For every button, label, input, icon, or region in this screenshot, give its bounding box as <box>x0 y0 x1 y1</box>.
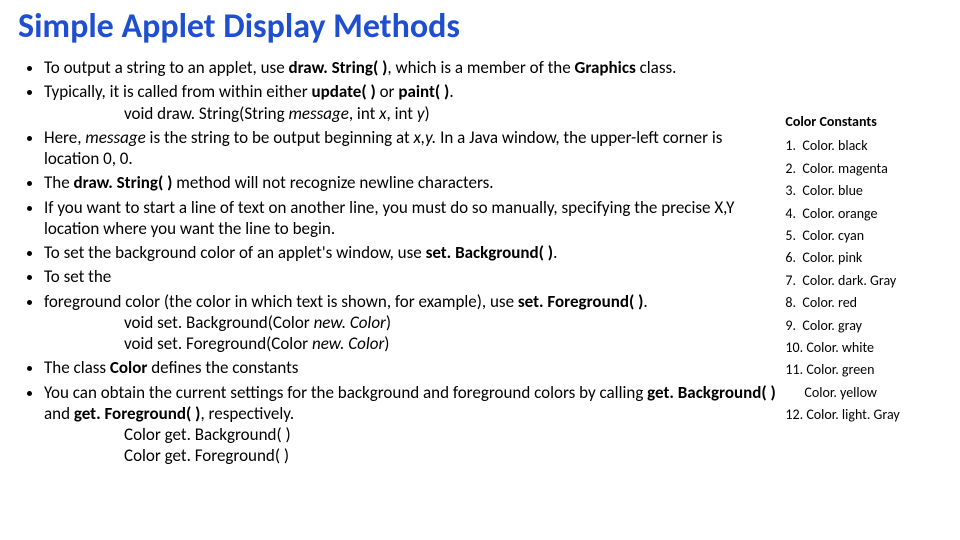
text: , respectively. <box>200 403 294 424</box>
text: , which is a member of the <box>387 57 574 78</box>
bullet-item: The draw. String( ) method will not reco… <box>44 172 781 193</box>
bullet-item: To set the <box>44 266 781 287</box>
text: draw. String( ) <box>74 172 173 193</box>
slide-body: To output a string to an applet, use dra… <box>18 57 942 470</box>
text: Typically, it is called from within eith… <box>44 81 311 102</box>
code-signature: void draw. String(String message, int x,… <box>124 103 781 124</box>
code-signature: void set. Foreground(Color new. Color) <box>124 333 781 354</box>
text: paint( ) <box>398 81 449 102</box>
slide-title: Simple Applet Display Methods <box>18 6 942 47</box>
code-signature: Color get. Foreground( ) <box>124 445 781 466</box>
bullet-item: To set the background color of an applet… <box>44 242 781 263</box>
text: foreground color (the color in which tex… <box>44 291 518 312</box>
list-item: 9. Color. gray <box>785 315 935 337</box>
param: y <box>417 103 425 124</box>
bullet-item: To output a string to an applet, use dra… <box>44 57 781 78</box>
text: get. Background( ) <box>647 382 776 403</box>
list-item: 1. Color. black <box>785 135 935 157</box>
text: x,y. <box>414 127 437 148</box>
text: . <box>553 242 557 263</box>
text: To set the background color of an applet… <box>44 242 426 263</box>
bullet-list: To output a string to an applet, use dra… <box>44 57 781 467</box>
main-content: To output a string to an applet, use dra… <box>18 57 781 470</box>
bullet-item: The class Color defines the constants <box>44 357 781 378</box>
list-item: 4. Color. orange <box>785 203 935 225</box>
text: If you want to start a line of text on a… <box>44 197 734 239</box>
text: or <box>376 81 399 102</box>
text: draw. String( ) <box>289 57 388 78</box>
text: method will not recognize newline charac… <box>172 172 493 193</box>
sidebar-heading: Color Constants <box>785 111 942 133</box>
list-item: 12. Color. light. Gray <box>785 404 935 426</box>
text: . <box>449 81 453 102</box>
bullet-item: Here, message is the string to be output… <box>44 127 781 170</box>
text: You can obtain the current settings for … <box>44 382 647 403</box>
code-signature: void set. Background(Color new. Color) <box>124 312 781 333</box>
text: set. Foreground( ) <box>518 291 643 312</box>
text: defines the constants <box>147 357 298 378</box>
slide: Simple Applet Display Methods To output … <box>0 0 960 540</box>
sidebar: Color Constants 1. Color. black 2. Color… <box>781 57 942 426</box>
text: Color <box>110 357 148 378</box>
text: The class <box>44 357 110 378</box>
bullet-item: You can obtain the current settings for … <box>44 382 781 467</box>
code-signature: Color get. Background( ) <box>124 424 781 445</box>
bullet-item: foreground color (the color in which tex… <box>44 291 781 355</box>
color-list: 1. Color. black 2. Color. magenta 3. Col… <box>785 135 942 426</box>
text: . <box>643 291 647 312</box>
param: new. Color <box>314 312 386 333</box>
text: class. <box>636 57 677 78</box>
list-item: 7. Color. dark. Gray <box>785 270 935 292</box>
text: message <box>85 127 145 148</box>
list-item: 8. Color. red <box>785 292 935 314</box>
text: To output a string to an applet, use <box>44 57 289 78</box>
param: new. Color <box>312 333 384 354</box>
text: and <box>44 403 74 424</box>
text: Here, <box>44 127 85 148</box>
param: x <box>379 103 386 124</box>
text: get. Foreground( ) <box>74 403 201 424</box>
list-item: 3. Color. blue <box>785 180 935 202</box>
list-item: 6. Color. pink <box>785 247 935 269</box>
text: update( ) <box>311 81 375 102</box>
text: To set the <box>44 266 111 287</box>
list-item: 11. Color. green <box>785 359 935 381</box>
text: The <box>44 172 74 193</box>
bullet-item: Typically, it is called from within eith… <box>44 81 781 124</box>
list-item: 10. Color. white <box>785 337 935 359</box>
bullet-item: If you want to start a line of text on a… <box>44 197 781 240</box>
text: set. Background( ) <box>426 242 554 263</box>
text: Graphics <box>575 57 636 78</box>
list-item: 5. Color. cyan <box>785 225 935 247</box>
list-item: Color. yellow <box>785 382 935 404</box>
list-item: 2. Color. magenta <box>785 158 935 180</box>
param: message <box>288 103 348 124</box>
text: is the string to be output beginning at <box>146 127 414 148</box>
